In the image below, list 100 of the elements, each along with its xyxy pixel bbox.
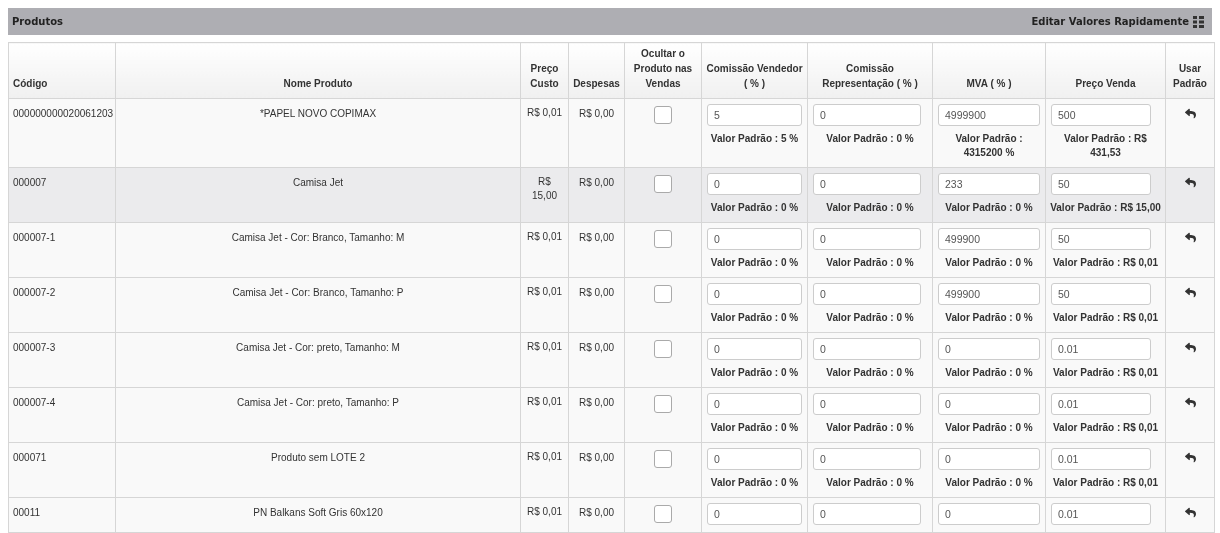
input-field[interactable]: 500 — [1051, 104, 1151, 126]
reply-icon[interactable] — [1184, 397, 1196, 408]
default-value-text: Valor Padrão : R$ 0,01 — [1051, 256, 1160, 270]
table-cell: R$ 0,00 — [568, 497, 625, 533]
input-field[interactable]: 499900 — [938, 283, 1040, 305]
default-value-text: Valor Padrão : 0 % — [825, 421, 915, 435]
column-header: Comissão Representação ( % ) — [807, 42, 933, 99]
input-field[interactable]: 0 — [707, 393, 802, 415]
table-cell: R$ 0,01 — [520, 497, 569, 533]
reply-icon[interactable] — [1184, 177, 1196, 188]
table-cell: R$ 0,00 — [568, 98, 625, 168]
default-value-text: Valor Padrão : 5 % — [709, 132, 800, 146]
reply-icon[interactable] — [1184, 108, 1196, 119]
default-value-text: Valor Padrão : 0 % — [709, 256, 800, 270]
table-cell: PN Balkans Soft Gris 60x120 — [115, 497, 521, 533]
default-value-text: Valor Padrão : R$ 431,53 — [1063, 132, 1148, 160]
input-field[interactable]: 0 — [813, 228, 921, 250]
default-value-text: Valor Padrão : R$ 0,01 — [1051, 421, 1160, 435]
input-field[interactable]: 0 — [707, 283, 802, 305]
table-cell: Camisa Jet - Cor: preto, Tamanho: P — [115, 387, 521, 443]
grid-icon — [1193, 15, 1204, 28]
reply-icon[interactable] — [1184, 507, 1196, 518]
input-field[interactable]: 0.01 — [1051, 393, 1151, 415]
column-header: Ocultar o Produto nas Vendas — [624, 42, 702, 99]
reply-icon[interactable] — [1184, 232, 1196, 243]
table-cell: R$ 0,00 — [568, 222, 625, 278]
default-value-text: Valor Padrão : 0 % — [944, 311, 1034, 325]
checkbox[interactable] — [654, 106, 672, 124]
checkbox[interactable] — [654, 395, 672, 413]
table-cell: Camisa Jet — [115, 167, 521, 223]
checkbox[interactable] — [654, 285, 672, 303]
default-value-text: Valor Padrão : 0 % — [944, 421, 1034, 435]
table-cell: 000000000020061203 — [8, 98, 116, 168]
input-field[interactable]: 4999900 — [938, 104, 1040, 126]
input-field[interactable]: 0 — [813, 173, 921, 195]
input-field[interactable]: 0 — [813, 283, 921, 305]
checkbox[interactable] — [654, 340, 672, 358]
table-cell: R$ 0,00 — [568, 387, 625, 443]
table-cell: Camisa Jet - Cor: preto, Tamanho: M — [115, 332, 521, 388]
input-field[interactable]: 0 — [938, 393, 1040, 415]
checkbox[interactable] — [654, 175, 672, 193]
default-value-text: Valor Padrão : 0 % — [944, 201, 1034, 215]
table-cell: 000071 — [8, 442, 116, 498]
default-value-text: Valor Padrão : R$ 15,00 — [1049, 201, 1162, 215]
default-value-text: Valor Padrão : 0 % — [709, 366, 800, 380]
panel-title: Produtos — [12, 15, 63, 29]
input-field[interactable]: 0 — [938, 503, 1040, 525]
default-value-text: Valor Padrão : 0 % — [825, 311, 915, 325]
default-value-text: Valor Padrão : 0 % — [944, 256, 1034, 270]
input-field[interactable]: 50 — [1051, 228, 1151, 250]
input-field[interactable]: 0 — [938, 338, 1040, 360]
default-value-text: Valor Padrão : 0 % — [944, 476, 1034, 490]
input-field[interactable]: 50 — [1051, 173, 1151, 195]
column-header: Código — [8, 42, 116, 99]
input-field[interactable]: 233 — [938, 173, 1040, 195]
input-field[interactable]: 0 — [707, 173, 802, 195]
input-field[interactable]: 0 — [813, 104, 921, 126]
input-field[interactable]: 0 — [813, 338, 921, 360]
default-value-text: Valor Padrão : 0 % — [825, 476, 915, 490]
default-value-text: Valor Padrão : 0 % — [825, 256, 915, 270]
table-cell: 000007 — [8, 167, 116, 223]
checkbox[interactable] — [654, 230, 672, 248]
input-field[interactable]: 0 — [813, 393, 921, 415]
input-field[interactable]: 499900 — [938, 228, 1040, 250]
input-field[interactable]: 0 — [813, 448, 921, 470]
input-field[interactable]: 0 — [707, 448, 802, 470]
checkbox[interactable] — [654, 450, 672, 468]
default-value-text: Valor Padrão : 0 % — [825, 201, 915, 215]
input-field[interactable]: 0 — [707, 503, 802, 525]
default-value-text: Valor Padrão : R$ 0,01 — [1051, 476, 1160, 490]
input-field[interactable]: 0 — [707, 338, 802, 360]
input-field[interactable]: 5 — [707, 104, 802, 126]
table-cell: R$ 0,01 — [520, 222, 569, 278]
column-header: Comissão Vendedor ( % ) — [701, 42, 808, 99]
input-field[interactable]: 0.01 — [1051, 338, 1151, 360]
column-header: MVA ( % ) — [932, 42, 1046, 99]
table-cell: R$ 0,01 — [520, 277, 569, 333]
input-field[interactable]: 0 — [707, 228, 802, 250]
input-field[interactable]: 0 — [813, 503, 921, 525]
default-value-text: Valor Padrão : 0 % — [944, 366, 1034, 380]
table-cell: 000007-4 — [8, 387, 116, 443]
table-cell: R$ 15,00 — [520, 167, 569, 223]
input-field[interactable]: 50 — [1051, 283, 1151, 305]
table-cell: 000007-3 — [8, 332, 116, 388]
reply-icon[interactable] — [1184, 342, 1196, 353]
table-cell: 000007-1 — [8, 222, 116, 278]
default-value-text: Valor Padrão : R$ 0,01 — [1051, 366, 1160, 380]
column-header: Usar Padrão — [1165, 42, 1215, 99]
reply-icon[interactable] — [1184, 287, 1196, 298]
column-header: Nome Produto — [115, 42, 521, 99]
input-field[interactable]: 0.01 — [1051, 503, 1151, 525]
default-value-text: Valor Padrão : 4315200 % — [954, 132, 1024, 160]
table-cell: Camisa Jet - Cor: Branco, Tamanho: M — [115, 222, 521, 278]
input-field[interactable]: 0.01 — [1051, 448, 1151, 470]
reply-icon[interactable] — [1184, 452, 1196, 463]
checkbox[interactable] — [654, 505, 672, 523]
table-cell: *PAPEL NOVO COPIMAX — [115, 98, 521, 168]
quick-edit-button[interactable]: Editar Valores Rapidamente — [1031, 14, 1204, 29]
table-cell: R$ 0,00 — [568, 442, 625, 498]
input-field[interactable]: 0 — [938, 448, 1040, 470]
